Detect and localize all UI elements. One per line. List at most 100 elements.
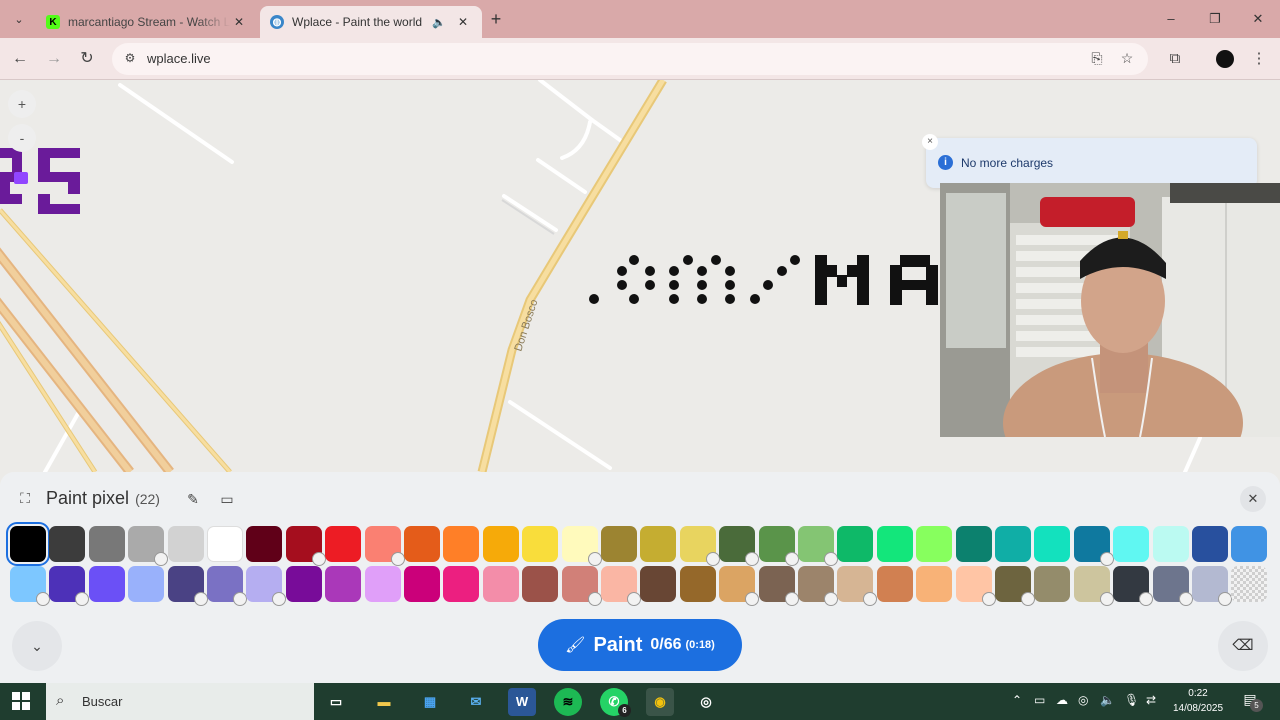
network-icon[interactable]: ⇄: [1146, 693, 1156, 707]
color-swatch[interactable]: [482, 566, 519, 602]
color-swatch[interactable]: [207, 526, 243, 562]
color-swatch[interactable]: [955, 566, 996, 606]
chevron-up-icon[interactable]: ⌃: [1012, 693, 1022, 707]
taskbar-search[interactable]: ⌕ Buscar: [46, 683, 314, 720]
color-swatch[interactable]: [561, 526, 602, 566]
tab-kick-stream[interactable]: K marcantiago Stream - Watch Li ✕: [36, 6, 258, 38]
color-swatch[interactable]: [128, 526, 169, 566]
collapse-icon[interactable]: ⌄: [12, 621, 62, 671]
color-swatch[interactable]: [561, 566, 602, 606]
volume-icon[interactable]: 🔈: [1100, 693, 1115, 707]
speaker-icon[interactable]: 🔈: [432, 16, 446, 29]
color-swatch[interactable]: [955, 526, 992, 562]
eyedropper-icon[interactable]: ✎: [182, 488, 204, 510]
tab-wplace[interactable]: ◍ Wplace - Paint the world 🔈 ✕: [260, 6, 482, 38]
mail-icon[interactable]: ✉: [462, 688, 490, 716]
color-swatch[interactable]: [285, 526, 326, 566]
system-clock[interactable]: 0:22 14/08/2025: [1168, 686, 1228, 716]
color-swatch[interactable]: [1113, 566, 1154, 606]
color-swatch[interactable]: [285, 566, 322, 602]
camera-icon[interactable]: ◎: [1078, 693, 1088, 707]
address-bar[interactable]: ⚙ wplace.live ⎘ ☆: [112, 43, 1148, 75]
color-swatch[interactable]: [1073, 566, 1114, 606]
color-swatch[interactable]: [995, 526, 1031, 562]
toast-close-icon[interactable]: ×: [922, 134, 938, 150]
color-swatch[interactable]: [798, 526, 838, 566]
cloud-icon[interactable]: ☁: [1056, 693, 1068, 707]
whatsapp-icon[interactable]: ✆ 6: [600, 688, 631, 717]
color-swatch[interactable]: [88, 566, 125, 602]
save-icon[interactable]: ▭: [216, 488, 238, 510]
color-swatch[interactable]: [522, 566, 559, 602]
color-swatch[interactable]: [719, 526, 760, 566]
install-app-icon[interactable]: ⎘: [1088, 50, 1106, 68]
url-text[interactable]: wplace.live: [147, 51, 211, 66]
color-swatch[interactable]: [49, 566, 90, 606]
color-swatch[interactable]: [1231, 526, 1268, 562]
color-swatch[interactable]: [1192, 526, 1228, 562]
new-tab-button[interactable]: +: [486, 9, 506, 29]
word-icon[interactable]: W: [508, 688, 536, 716]
color-swatch[interactable]: [88, 526, 125, 562]
color-swatch[interactable]: [1034, 566, 1071, 602]
color-swatch[interactable]: [719, 566, 760, 606]
close-panel-button[interactable]: ✕: [1240, 486, 1266, 512]
color-swatch[interactable]: [758, 526, 799, 566]
forward-icon[interactable]: →: [43, 48, 65, 70]
color-swatch[interactable]: [601, 526, 637, 562]
color-swatch[interactable]: [325, 526, 362, 562]
color-swatch[interactable]: [167, 566, 208, 606]
color-swatch[interactable]: [1152, 526, 1189, 562]
color-swatch[interactable]: [443, 566, 480, 602]
zoom-in-button[interactable]: +: [8, 90, 36, 118]
color-swatch[interactable]: [246, 566, 287, 606]
notification-center-icon[interactable]: ▤ 5: [1240, 691, 1263, 712]
color-swatch[interactable]: [128, 566, 165, 602]
eraser-icon[interactable]: ⌫: [1218, 621, 1268, 671]
site-info-icon[interactable]: ⚙: [122, 51, 138, 67]
color-swatch[interactable]: [1073, 526, 1114, 566]
close-window-button[interactable]: ✕: [1247, 8, 1269, 30]
more-menu-icon[interactable]: ⋮: [1248, 48, 1270, 70]
file-explorer-icon[interactable]: ▬: [370, 688, 398, 716]
close-tab-icon[interactable]: ✕: [454, 13, 472, 31]
color-swatch[interactable]: [876, 566, 913, 602]
color-swatch[interactable]: [837, 526, 874, 562]
color-swatch[interactable]: [443, 526, 480, 562]
fullscreen-icon[interactable]: ⛶: [14, 487, 36, 509]
color-swatch[interactable]: [325, 566, 362, 602]
color-swatch[interactable]: [522, 526, 559, 562]
task-view-icon[interactable]: ▭: [322, 688, 350, 716]
color-swatch[interactable]: [601, 566, 641, 606]
extensions-icon[interactable]: ⧉: [1164, 48, 1186, 70]
color-swatch[interactable]: [679, 526, 720, 566]
color-swatch[interactable]: [364, 566, 401, 602]
obs-icon[interactable]: ◎: [692, 688, 720, 716]
color-swatch[interactable]: [404, 526, 440, 562]
color-swatch[interactable]: [364, 526, 405, 566]
minimize-button[interactable]: –: [1160, 8, 1182, 30]
color-swatch[interactable]: [837, 566, 878, 606]
restore-button[interactable]: ❐: [1204, 8, 1226, 30]
battery-icon[interactable]: ▭: [1034, 693, 1045, 707]
zoom-out-button[interactable]: -: [8, 124, 36, 152]
color-swatch[interactable]: [995, 566, 1035, 606]
color-swatch[interactable]: [679, 566, 716, 602]
paint-button[interactable]: 🖌 Paint 0/66 (0:18): [538, 619, 742, 671]
color-swatch[interactable]: [916, 566, 953, 602]
color-swatch[interactable]: [876, 526, 913, 562]
reload-icon[interactable]: ↻: [76, 48, 98, 70]
profile-avatar[interactable]: [1216, 50, 1234, 68]
color-swatch[interactable]: [482, 526, 519, 562]
color-swatch[interactable]: [404, 566, 440, 602]
color-swatch[interactable]: [167, 526, 204, 562]
tab-search-chevron-icon[interactable]: ⌄: [8, 8, 30, 30]
color-swatch-transparent[interactable]: [1231, 566, 1268, 602]
back-icon[interactable]: ←: [9, 48, 31, 70]
windows-start-icon[interactable]: [12, 692, 30, 710]
color-swatch[interactable]: [49, 526, 86, 562]
spotify-icon[interactable]: ≋: [554, 688, 582, 716]
color-swatch[interactable]: [916, 526, 953, 562]
color-swatch[interactable]: [640, 566, 677, 602]
color-swatch[interactable]: [758, 566, 799, 606]
